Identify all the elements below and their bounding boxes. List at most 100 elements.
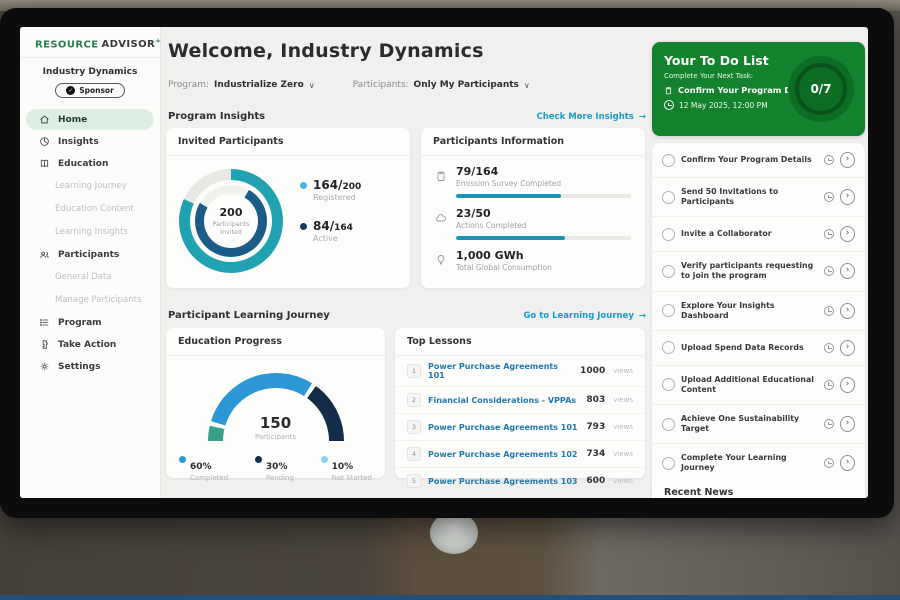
rank-badge: 5	[407, 474, 421, 488]
sidebar-item-learning-insights[interactable]: Learning Insights	[26, 221, 154, 243]
logo-plus: +	[155, 37, 161, 45]
lesson-row[interactable]: 5 Power Purchase Agreements 103 600 view…	[395, 468, 645, 494]
task-checkbox[interactable]	[662, 228, 675, 241]
task-row[interactable]: Confirm Your Program Details ›	[652, 143, 865, 178]
lesson-title-link[interactable]: Power Purchase Agreements 102	[428, 450, 579, 459]
puzzle-icon	[39, 339, 50, 350]
chevron-right-icon[interactable]: ›	[840, 303, 855, 319]
task-checkbox[interactable]	[662, 341, 675, 354]
check-more-insights-link[interactable]: Check More Insights →	[537, 112, 647, 122]
task-row[interactable]: Complete Your Learning Journey ›	[652, 444, 865, 482]
section-title: Program Insights	[168, 111, 265, 122]
chevron-down-icon[interactable]: ∨	[309, 81, 315, 90]
task-checkbox[interactable]	[662, 378, 675, 391]
sidebar-item-settings[interactable]: Settings	[26, 356, 154, 377]
chevron-right-icon[interactable]: ›	[840, 152, 855, 168]
clock-icon	[824, 306, 834, 316]
rank-badge: 1	[407, 364, 421, 378]
rank-badge: 3	[407, 420, 421, 434]
active-dot-icon	[300, 223, 307, 230]
arrow-right-icon: →	[639, 112, 646, 122]
lesson-title-link[interactable]: Financial Considerations - VPPAs	[428, 396, 579, 405]
task-checkbox[interactable]	[662, 304, 675, 317]
go-to-learning-journey-link[interactable]: Go to Learning Journey →	[523, 311, 646, 321]
sidebar-item-label: General Data	[55, 272, 112, 282]
gauge-label: Participants	[208, 433, 344, 441]
page-title: Welcome, Industry Dynamics	[168, 40, 484, 62]
task-checkbox[interactable]	[662, 265, 675, 278]
insights-icon	[39, 136, 50, 147]
rank-badge: 2	[407, 393, 421, 407]
donut-center: 200 Participants Invited	[205, 195, 257, 247]
chevron-down-icon[interactable]: ∨	[524, 81, 530, 90]
task-checkbox[interactable]	[662, 154, 675, 167]
clock-icon	[824, 229, 834, 239]
legend-not-started: 10% Not Started	[321, 454, 372, 482]
lesson-row[interactable]: 4 Power Purchase Agreements 102 734 view…	[395, 441, 645, 468]
home-icon	[39, 114, 50, 125]
task-row[interactable]: Verify participants requesting to join t…	[652, 252, 865, 291]
sidebar-item-manage-participants[interactable]: Manage Participants	[26, 289, 154, 311]
logo-resource: RESOURCE	[35, 39, 98, 50]
lesson-title-link[interactable]: Power Purchase Agreements 101	[428, 362, 573, 380]
card-title: Education Progress	[166, 328, 385, 356]
sidebar-item-label: Learning Journey	[55, 181, 127, 191]
education-legend: 60% Completed 30% Pending 10% Not Starte…	[166, 441, 385, 482]
sidebar-item-home[interactable]: Home	[26, 109, 154, 130]
chevron-right-icon[interactable]: ›	[840, 226, 855, 242]
lesson-row[interactable]: 3 Power Purchase Agreements 101 793 view…	[395, 414, 645, 441]
sidebar-item-take-action[interactable]: Take Action	[26, 334, 154, 355]
clock-icon	[824, 266, 834, 276]
main-content: Welcome, Industry Dynamics Program: Indu…	[166, 27, 648, 498]
sidebar-item-participants[interactable]: Participants	[26, 244, 154, 265]
sidebar-item-learning-journey[interactable]: Learning Journey	[26, 175, 154, 197]
info-row-consumption: 1,000 GWh Total Global Consumption	[435, 249, 631, 272]
not-started-label: Not Started	[332, 474, 372, 482]
sponsor-badge[interactable]: ✓ Sponsor	[55, 83, 125, 98]
sidebar-item-general-data[interactable]: General Data	[26, 266, 154, 288]
clipboard-icon	[664, 86, 673, 95]
lesson-title-link[interactable]: Power Purchase Agreements 101	[428, 423, 579, 432]
task-row[interactable]: Achieve One Sustainability Target ›	[652, 405, 865, 444]
todo-progress-ring: 0/7	[788, 56, 854, 122]
sidebar-item-label: Take Action	[58, 340, 116, 350]
task-label: Upload Additional Educational Content	[681, 375, 818, 395]
sidebar-item-label: Manage Participants	[55, 295, 141, 305]
info-row-actions: 23/50 Actions Completed	[435, 207, 631, 240]
sidebar-item-insights[interactable]: Insights	[26, 131, 154, 152]
donut-legend: 164/200 Registered 84/164 Active	[300, 178, 361, 260]
views-suffix: views	[613, 450, 633, 458]
clock-icon	[824, 380, 834, 390]
chevron-right-icon[interactable]: ›	[840, 189, 855, 205]
program-filter[interactable]: Program: Industrialize Zero ∨	[168, 80, 315, 90]
task-checkbox[interactable]	[662, 191, 675, 204]
pending-label: Pending	[266, 474, 294, 482]
actions-value: 23/50	[456, 207, 631, 220]
task-row[interactable]: Send 50 Invitations to Participants ›	[652, 178, 865, 217]
task-checkbox[interactable]	[662, 418, 675, 431]
lesson-title-link[interactable]: Power Purchase Agreements 103	[428, 477, 579, 486]
chevron-right-icon[interactable]: ›	[840, 340, 855, 356]
chevron-right-icon[interactable]: ›	[840, 263, 855, 279]
card-title: Participants Information	[421, 128, 645, 156]
gauge-center: 150 Participants	[208, 414, 344, 441]
task-row[interactable]: Upload Additional Educational Content ›	[652, 366, 865, 405]
rank-badge: 4	[407, 447, 421, 461]
participants-filter[interactable]: Participants: Only My Participants ∨	[353, 80, 530, 90]
task-checkbox[interactable]	[662, 457, 675, 470]
legend-active: 84/164 Active	[300, 219, 361, 243]
sidebar-item-education-content[interactable]: Education Content	[26, 198, 154, 220]
chevron-right-icon[interactable]: ›	[840, 416, 855, 432]
task-row[interactable]: Explore Your Insights Dashboard ›	[652, 292, 865, 331]
sidebar-item-education[interactable]: Education	[26, 153, 154, 174]
sidebar-item-program[interactable]: Program	[26, 312, 154, 333]
book-icon	[39, 158, 50, 169]
completed-pct: 60%	[190, 462, 212, 472]
task-row[interactable]: Upload Spend Data Records ›	[652, 331, 865, 366]
chevron-right-icon[interactable]: ›	[840, 455, 855, 471]
chevron-right-icon[interactable]: ›	[840, 377, 855, 393]
lesson-row[interactable]: 1 Power Purchase Agreements 101 1000 vie…	[395, 356, 645, 387]
clock-icon	[824, 419, 834, 429]
lesson-row[interactable]: 2 Financial Considerations - VPPAs 803 v…	[395, 387, 645, 414]
task-row[interactable]: Invite a Collaborator ›	[652, 217, 865, 252]
